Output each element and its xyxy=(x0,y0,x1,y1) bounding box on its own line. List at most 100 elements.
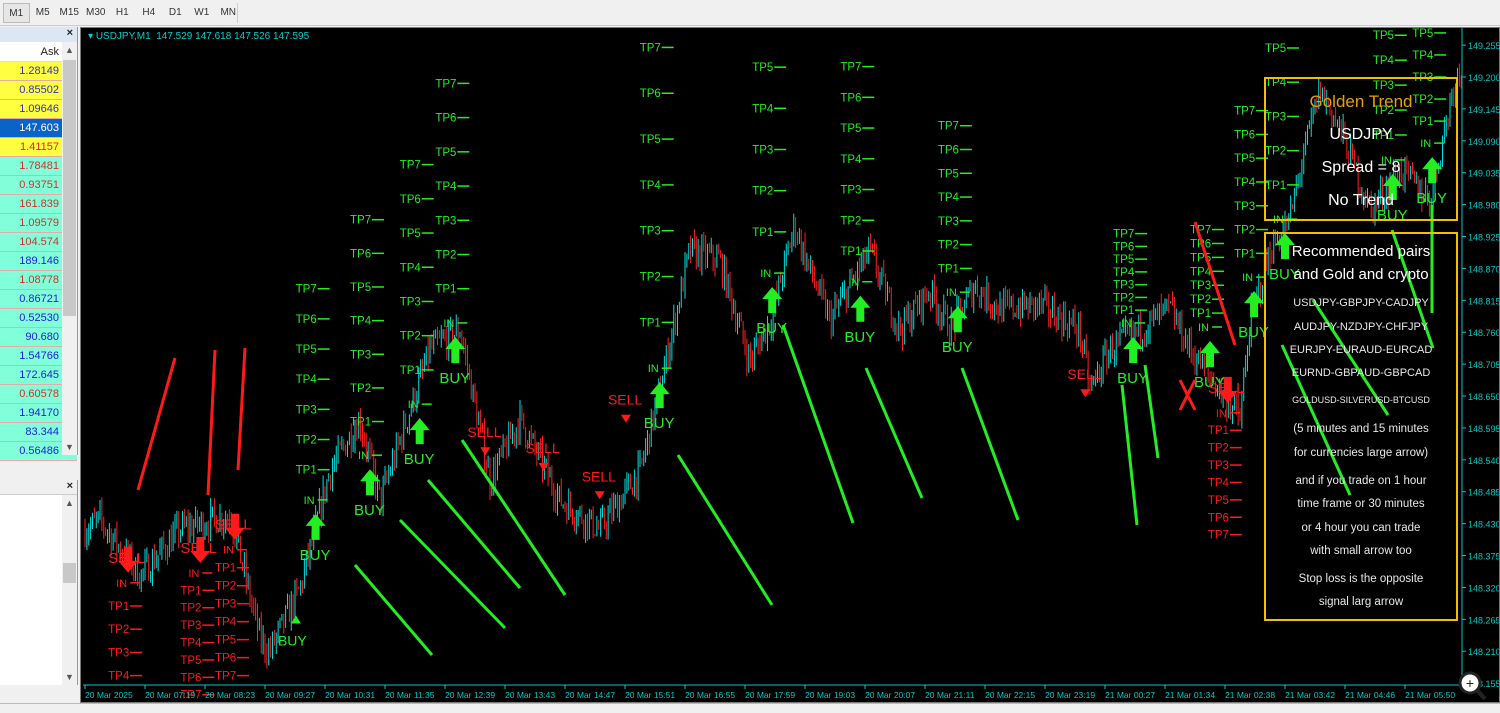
green-arrow-line xyxy=(1120,384,1139,526)
entry-label: IN xyxy=(188,568,199,580)
green-arrow-line xyxy=(1143,364,1160,459)
tp-label: TP2 xyxy=(180,603,201,615)
info-note: or 4 hour you can trade xyxy=(1302,522,1421,534)
entry-label: IN xyxy=(116,578,127,590)
tp-label: TP1 xyxy=(108,601,129,613)
small-sell-arrow-icon xyxy=(538,462,549,471)
price-tick-label: 148.540 xyxy=(1468,456,1500,466)
green-arrow-line xyxy=(426,479,522,589)
green-arrow-line xyxy=(353,564,434,656)
tp-label: TP5 xyxy=(640,134,661,146)
time-tick-label: 20 Mar 2025 xyxy=(85,690,133,700)
tp-label: TP6 xyxy=(1234,129,1255,141)
svg-text:+: + xyxy=(1466,675,1474,691)
time-tick-label: 21 Mar 02:38 xyxy=(1225,690,1275,700)
tp-label: TP5 xyxy=(840,123,861,135)
info-note: signal larg arrow xyxy=(1319,596,1404,608)
tp-label: TP3 xyxy=(400,296,421,308)
time-tick-label: 20 Mar 17:59 xyxy=(745,690,795,700)
sell-label: SELL xyxy=(180,540,217,557)
tp-label: TP2 xyxy=(1412,94,1433,106)
price-tick-label: 149.200 xyxy=(1468,73,1500,83)
tp-label: TP7 xyxy=(1113,229,1134,241)
price-tick-label: 148.320 xyxy=(1468,583,1500,593)
tp-label: TP3 xyxy=(840,185,861,197)
info-note: time frame or 30 minutes xyxy=(1297,498,1424,510)
price-tick-label: 148.485 xyxy=(1468,488,1500,498)
tp-label: TP5 xyxy=(1208,495,1229,507)
buy-label: BUY xyxy=(300,547,331,564)
entry-label: IN xyxy=(1216,408,1227,420)
tp-label: TP1 xyxy=(1265,180,1286,192)
tp-label: TP6 xyxy=(215,653,236,665)
tp-label: TP3 xyxy=(752,145,773,157)
tp-label: TP4 xyxy=(435,181,457,193)
red-arrow-line xyxy=(206,349,217,496)
entry-label: IN xyxy=(1420,138,1431,150)
time-tick-label: 20 Mar 13:43 xyxy=(505,690,555,700)
red-arrow-line xyxy=(236,347,247,471)
entry-label: IN xyxy=(304,495,315,507)
tp-label: TP2 xyxy=(1190,294,1211,306)
info-note: for currencies large arrow) xyxy=(1294,447,1428,459)
sell-label: SELL xyxy=(1208,380,1245,397)
tp-label: TP2 xyxy=(215,581,236,593)
tp-label: TP4 xyxy=(640,180,662,192)
buy-label: BUY xyxy=(1117,370,1148,387)
tp-label: TP4 xyxy=(1265,77,1287,89)
tp-label: TP5 xyxy=(1412,28,1433,40)
price-tick-label: 148.980 xyxy=(1468,201,1500,211)
tp-label: TP2 xyxy=(752,186,773,198)
red-arrow-line xyxy=(136,357,177,491)
price-tick-label: 148.375 xyxy=(1468,552,1500,562)
tp-label: TP1 xyxy=(435,284,456,296)
tp-label: TP2 xyxy=(400,331,421,343)
sell-label: SELL xyxy=(608,392,642,408)
tp-label: TP3 xyxy=(215,599,236,611)
price-tick-label: 148.925 xyxy=(1468,233,1500,243)
time-tick-label: 20 Mar 10:31 xyxy=(325,690,375,700)
time-tick-label: 21 Mar 03:42 xyxy=(1285,690,1335,700)
trend-panel-title: Golden Trend xyxy=(1309,92,1412,111)
tp-label: TP6 xyxy=(400,194,421,206)
tp-label: TP1 xyxy=(215,563,236,575)
tp-label: TP4 xyxy=(108,671,130,683)
tp-label: TP7 xyxy=(435,78,456,90)
tp-label: TP1 xyxy=(1190,308,1211,320)
tp-label: TP1 xyxy=(752,227,773,239)
tp-label: TP7 xyxy=(640,42,661,54)
price-tick-label: 148.430 xyxy=(1468,520,1500,530)
tp-label: TP4 xyxy=(840,154,862,166)
tp-label: TP2 xyxy=(840,215,861,227)
tp-label: TP4 xyxy=(1412,50,1434,62)
tp-label: TP2 xyxy=(435,249,456,261)
tp-label: TP6 xyxy=(640,88,661,100)
info-pairs: GOLDUSD-SILVERUSD-BTCUSD xyxy=(1292,395,1430,405)
tp-label: TP2 xyxy=(1208,443,1229,455)
tp-label: TP3 xyxy=(640,226,661,238)
green-arrow-line xyxy=(781,324,855,524)
time-tick-label: 20 Mar 15:51 xyxy=(625,690,675,700)
entry-label: IN xyxy=(848,277,859,289)
price-tick-label: 148.650 xyxy=(1468,392,1500,402)
buy-arrow-icon xyxy=(850,295,871,322)
info-pairs: EURND-GBPAUD-GBPCAD xyxy=(1292,367,1431,379)
info-note: with small arrow too xyxy=(1309,545,1412,557)
small-sell-arrow-icon xyxy=(480,447,491,456)
tp-label: TP5 xyxy=(180,655,201,667)
time-tick-label: 20 Mar 12:39 xyxy=(445,690,495,700)
info-pairs: AUDJPY-NZDJPY-CHFJPY xyxy=(1294,321,1429,333)
tp-label: TP3 xyxy=(350,349,371,361)
buy-label: BUY xyxy=(439,370,470,387)
time-tick-label: 20 Mar 21:11 xyxy=(925,690,975,700)
tp-label: TP7 xyxy=(400,160,421,172)
small-sell-arrow-icon xyxy=(1080,389,1091,398)
tp-label: TP3 xyxy=(108,647,129,659)
tp-label: TP5 xyxy=(1234,153,1255,165)
tp-label: TP1 xyxy=(840,246,861,258)
info-pairs: EURJPY-EURAUD-EURCAD xyxy=(1290,344,1433,356)
price-tick-label: 149.090 xyxy=(1468,137,1500,147)
tp-label: TP7 xyxy=(938,121,959,133)
buy-label: BUY xyxy=(942,339,973,356)
tp-label: TP4 xyxy=(350,316,372,328)
